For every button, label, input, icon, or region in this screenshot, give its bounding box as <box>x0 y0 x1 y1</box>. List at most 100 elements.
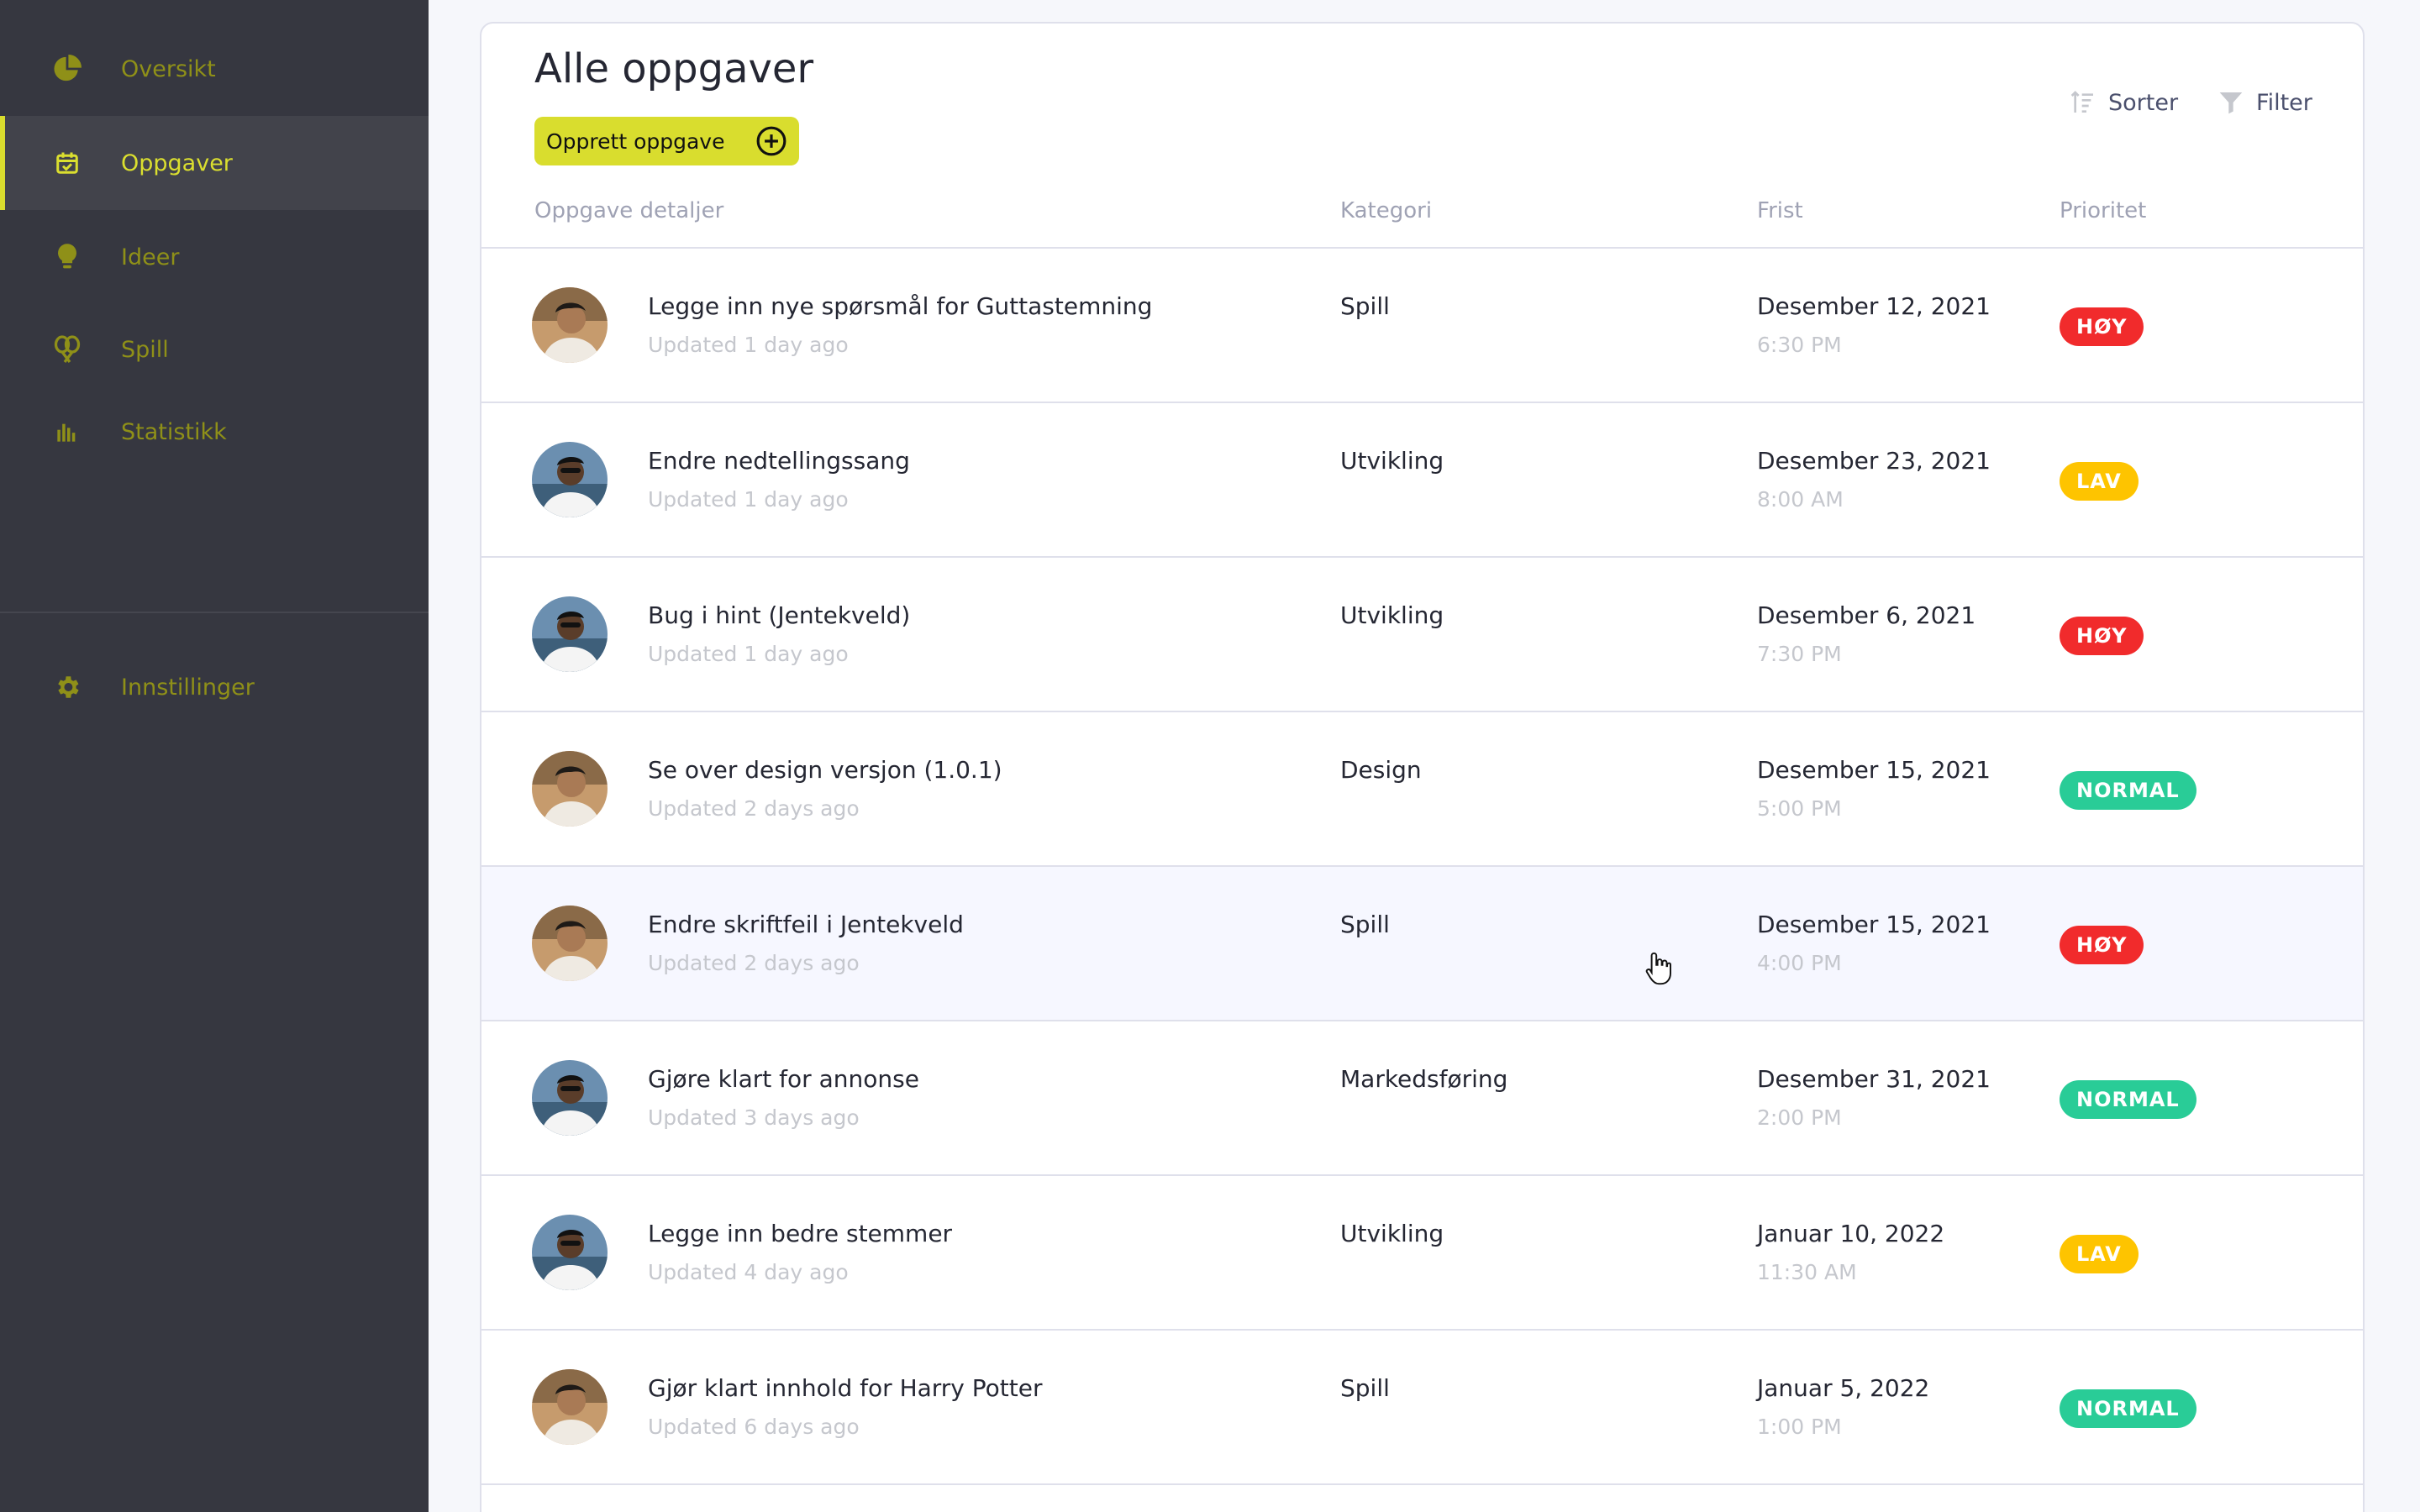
active-indicator <box>0 116 5 210</box>
sidebar-item-label: Innstillinger <box>121 674 255 701</box>
avatar <box>532 1060 608 1136</box>
sidebar-item-label: Statistikk <box>121 418 227 445</box>
task-deadline-date: Desember 12, 2021 <box>1757 292 1991 320</box>
sort-button[interactable]: Sorter <box>2070 89 2178 116</box>
sidebar-item-label: Spill <box>121 336 169 363</box>
sort-label: Sorter <box>2108 89 2179 116</box>
page-title: Alle oppgaver <box>534 45 814 92</box>
table-row[interactable]: Legge inn bedre stemmer Updated 4 day ago… <box>481 1176 2363 1331</box>
sidebar-divider <box>0 612 429 613</box>
sidebar-item-statistikk[interactable]: Statistikk <box>0 385 429 479</box>
priority-badge: NORMAL <box>2060 1080 2196 1119</box>
task-updated: Updated 2 days ago <box>648 796 860 821</box>
tasks-card: Alle oppgaver Opprett oppgave Sorter Fil… <box>480 22 2365 1512</box>
task-title[interactable]: Se over design versjon (1.0.1) <box>648 756 1002 784</box>
task-deadline-time: 2:00 PM <box>1757 1105 1842 1130</box>
column-header-deadline: Frist <box>1757 198 1803 223</box>
task-deadline-date: Desember 23, 2021 <box>1757 447 1991 475</box>
task-title[interactable]: Endre skriftfeil i Jentekveld <box>648 911 964 938</box>
tennis-rackets-icon <box>52 334 82 365</box>
task-title[interactable]: Endre nedtellingssang <box>648 447 910 475</box>
task-deadline-time: 6:30 PM <box>1757 333 1842 357</box>
avatar <box>532 1369 608 1445</box>
create-task-label: Opprett oppgave <box>546 129 725 154</box>
task-deadline-time: 1:00 PM <box>1757 1415 1842 1439</box>
column-header-category: Kategori <box>1340 198 1433 223</box>
task-deadline-date: Desember 31, 2021 <box>1757 1065 1991 1093</box>
task-deadline-time: 4:00 PM <box>1757 951 1842 975</box>
filter-button[interactable]: Filter <box>2217 89 2312 116</box>
create-task-button[interactable]: Opprett oppgave <box>534 117 799 165</box>
hand-cursor-icon <box>1645 952 1671 985</box>
task-category: Markedsføring <box>1340 1065 1508 1093</box>
avatar <box>532 906 608 981</box>
sidebar-item-spill[interactable]: Spill <box>0 302 429 396</box>
task-title[interactable]: Gjøre klart for annonse <box>648 1065 919 1093</box>
table-row[interactable]: Legge inn nye spørsmål for Guttastemning… <box>481 249 2363 403</box>
task-deadline-date: Januar 5, 2022 <box>1757 1374 1930 1402</box>
priority-badge: LAV <box>2060 1235 2139 1273</box>
task-deadline-time: 7:30 PM <box>1757 642 1842 666</box>
sidebar-item-oppgaver[interactable]: Oppgaver <box>0 116 429 210</box>
task-deadline-date: Desember 15, 2021 <box>1757 756 1991 784</box>
avatar <box>532 596 608 672</box>
task-category: Utvikling <box>1340 601 1444 629</box>
table-row[interactable]: Gjøre klart for annonse Updated 3 days ag… <box>481 1021 2363 1176</box>
task-title[interactable]: Legge inn nye spørsmål for Guttastemning <box>648 292 1152 320</box>
task-updated: Updated 4 day ago <box>648 1260 849 1284</box>
task-category: Design <box>1340 756 1422 784</box>
task-deadline-date: Januar 10, 2022 <box>1757 1220 1945 1247</box>
priority-badge: HØY <box>2060 926 2144 964</box>
sidebar-item-oversikt[interactable]: Oversikt <box>0 22 429 116</box>
task-updated: Updated 6 days ago <box>648 1415 860 1439</box>
task-deadline-time: 8:00 AM <box>1757 487 1844 512</box>
task-deadline-date: Desember 6, 2021 <box>1757 601 1976 629</box>
task-deadline-time: 11:30 AM <box>1757 1260 1857 1284</box>
table-row[interactable]: Gjør klart innhold for Harry Potter Updat… <box>481 1331 2363 1485</box>
task-updated: Updated 1 day ago <box>648 642 849 666</box>
task-category: Spill <box>1340 911 1390 938</box>
column-header-priority: Prioritet <box>2060 198 2147 223</box>
table-row[interactable]: Endre skriftfeil i Jentekveld Updated 2 d… <box>481 867 2363 1021</box>
sidebar-item-label: Oppgaver <box>121 150 233 176</box>
task-updated: Updated 3 days ago <box>648 1105 860 1130</box>
task-category: Spill <box>1340 292 1390 320</box>
calendar-check-icon <box>52 148 82 178</box>
table-row[interactable]: Endre nedtellingssang Updated 1 day ago Ut… <box>481 403 2363 558</box>
task-category: Utvikling <box>1340 1220 1444 1247</box>
priority-badge: NORMAL <box>2060 771 2196 810</box>
sidebar-item-innstillinger[interactable]: Innstillinger <box>0 640 429 734</box>
lightbulb-icon <box>52 242 82 272</box>
task-deadline-time: 5:00 PM <box>1757 796 1842 821</box>
sidebar-item-label: Ideer <box>121 244 180 270</box>
table-row[interactable]: Se over design versjon (1.0.1) Updated 2 … <box>481 712 2363 867</box>
task-title[interactable]: Gjør klart innhold for Harry Potter <box>648 1374 1043 1402</box>
task-updated: Updated 1 day ago <box>648 333 849 357</box>
bar-chart-icon <box>52 417 82 447</box>
sort-icon <box>2070 91 2093 113</box>
task-title[interactable]: Legge inn bedre stemmer <box>648 1220 952 1247</box>
task-updated: Updated 2 days ago <box>648 951 860 975</box>
plus-circle-icon <box>756 126 786 156</box>
column-header-details: Oppgave detaljer <box>534 198 724 223</box>
task-category: Utvikling <box>1340 447 1444 475</box>
task-deadline-date: Desember 15, 2021 <box>1757 911 1991 938</box>
table-row[interactable]: Bug i hint (Jentekveld) Updated 1 day ago… <box>481 558 2363 712</box>
avatar <box>532 287 608 363</box>
avatar <box>532 1215 608 1290</box>
task-updated: Updated 1 day ago <box>648 487 849 512</box>
avatar <box>532 751 608 827</box>
priority-badge: NORMAL <box>2060 1389 2196 1428</box>
priority-badge: HØY <box>2060 307 2144 346</box>
priority-badge: LAV <box>2060 462 2139 501</box>
priority-badge: HØY <box>2060 617 2144 655</box>
sidebar-item-label: Oversikt <box>121 55 216 82</box>
sidebar-item-ideer[interactable]: Ideer <box>0 210 429 304</box>
task-title[interactable]: Bug i hint (Jentekveld) <box>648 601 910 629</box>
gear-icon <box>52 672 82 702</box>
sidebar: Oversikt Oppgaver Ideer Spill Statistikk… <box>0 0 429 1512</box>
filter-icon <box>2219 92 2243 114</box>
filter-label: Filter <box>2256 89 2312 116</box>
pie-chart-icon <box>52 54 82 84</box>
task-category: Spill <box>1340 1374 1390 1402</box>
